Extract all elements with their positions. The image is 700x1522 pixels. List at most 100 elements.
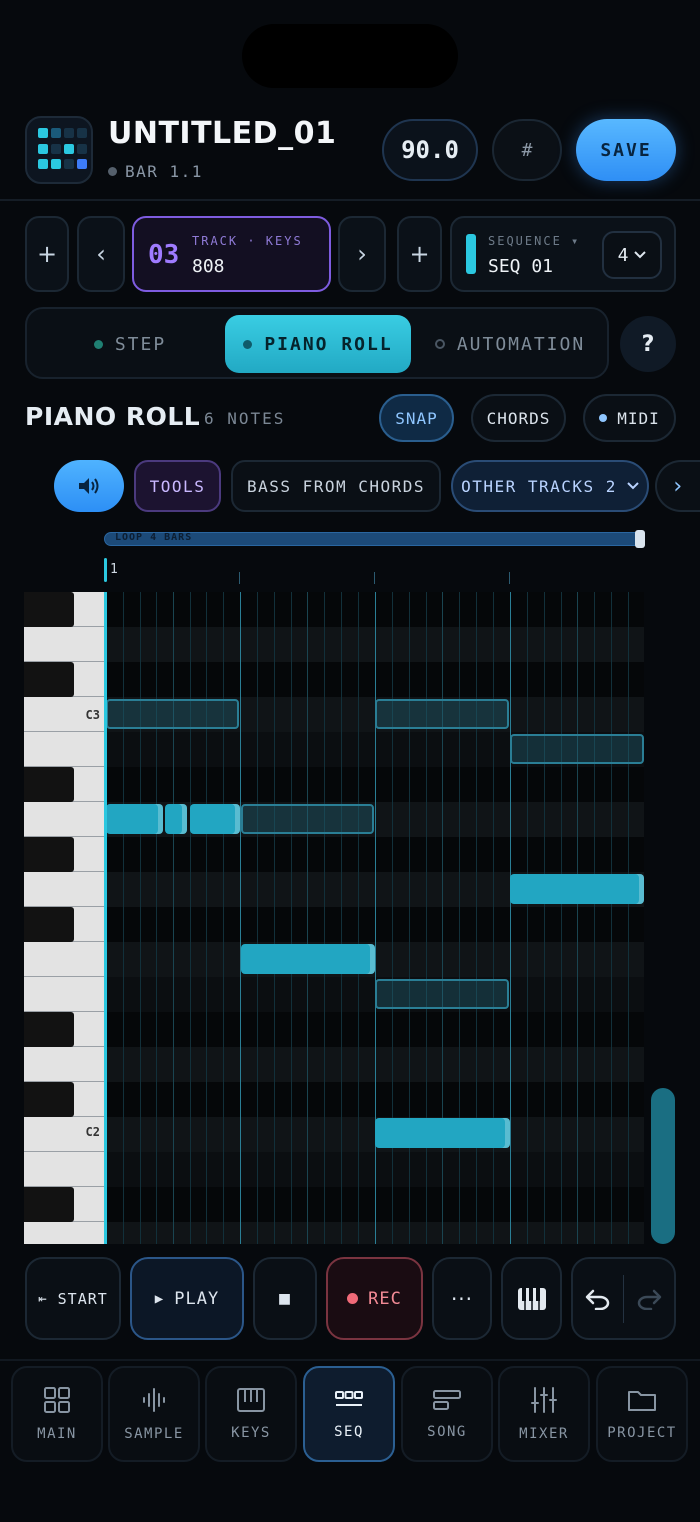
white-key[interactable] [24, 872, 106, 907]
return-to-start-button[interactable]: ⇤ START [25, 1257, 121, 1340]
key-label-c3: C3 [85, 708, 100, 722]
mixer-sliders-icon [531, 1387, 557, 1413]
midi-note[interactable] [106, 804, 163, 834]
tab-piano-roll[interactable]: PIANO ROLL [225, 315, 411, 373]
white-key[interactable] [24, 802, 106, 837]
midi-note-ghost[interactable] [375, 979, 509, 1009]
nav-keys[interactable]: KEYS [205, 1366, 297, 1462]
play-button[interactable]: ▶ PLAY [130, 1257, 244, 1340]
bar-line [510, 592, 511, 1244]
nav-sample[interactable]: SAMPLE [108, 1366, 200, 1462]
white-key[interactable] [24, 627, 106, 662]
black-key[interactable] [24, 907, 74, 942]
track-selector[interactable]: 03 TRACK · KEYS 808 [132, 216, 331, 292]
grid-settings-button[interactable]: # [492, 119, 562, 181]
white-key[interactable] [24, 1222, 106, 1244]
bar-line [240, 592, 241, 1244]
piano-keys-icon [517, 1287, 546, 1310]
play-icon: ▶ [154, 1290, 165, 1307]
midi-note[interactable] [190, 804, 240, 834]
bass-from-chords-button[interactable]: BASS FROM CHORDS [231, 460, 441, 512]
note-grid[interactable] [106, 592, 644, 1244]
toolbar-scroll-right[interactable]: › [655, 460, 700, 512]
grid-line [190, 592, 191, 1244]
redo-button[interactable] [624, 1259, 674, 1338]
stop-button[interactable]: ■ [253, 1257, 317, 1340]
key-label-c2: C2 [85, 1125, 100, 1139]
black-key[interactable] [24, 837, 74, 872]
nav-seq[interactable]: SEQ [303, 1366, 395, 1462]
undo-button[interactable] [573, 1259, 623, 1338]
sequencer-icon [335, 1391, 363, 1406]
speaker-icon [79, 478, 99, 494]
sequence-caption: SEQUENCE ▾ [488, 234, 581, 248]
black-key[interactable] [24, 1082, 74, 1117]
midi-note[interactable] [241, 944, 375, 974]
more-options-button[interactable]: ··· [432, 1257, 492, 1340]
midi-note-ghost[interactable] [241, 804, 374, 834]
chords-button[interactable]: CHORDS [471, 394, 566, 442]
song-blocks-icon [433, 1390, 461, 1410]
sequence-selector[interactable]: SEQUENCE ▾ SEQ 01 4 [450, 216, 676, 292]
nav-seq-label: SEQ [334, 1424, 364, 1440]
project-title[interactable]: UNTITLED_01 [108, 116, 336, 151]
vertical-scrollbar[interactable] [651, 1088, 675, 1244]
tempo-button[interactable]: 90.0 [382, 119, 478, 181]
white-key[interactable] [24, 1152, 106, 1187]
midi-label: MIDI [617, 408, 660, 428]
black-key[interactable] [24, 662, 74, 697]
midi-note[interactable] [165, 804, 187, 834]
other-tracks-dropdown[interactable]: OTHER TRACKS 2 [451, 460, 649, 512]
white-key[interactable] [24, 942, 106, 977]
tab-step[interactable]: STEP [37, 315, 223, 373]
midi-note[interactable] [510, 874, 644, 904]
help-button[interactable]: ? [620, 316, 676, 372]
add-track-right-button[interactable]: + [397, 216, 442, 292]
nav-song[interactable]: SONG [401, 1366, 493, 1462]
grid-line [611, 592, 612, 1244]
preview-sound-button[interactable] [54, 460, 124, 512]
midi-note[interactable] [375, 1118, 510, 1148]
nav-mixer[interactable]: MIXER [498, 1366, 590, 1462]
other-tracks-label: OTHER TRACKS 2 [461, 476, 617, 496]
timeline-ruler[interactable]: 1 [104, 556, 646, 586]
record-button[interactable]: REC [326, 1257, 423, 1340]
add-track-left-button[interactable]: + [25, 216, 69, 292]
track-name: 808 [192, 256, 225, 277]
next-track-button[interactable]: › [338, 216, 386, 292]
black-key[interactable] [24, 1187, 74, 1222]
playhead[interactable] [104, 592, 107, 1244]
tab-step-dot [93, 339, 103, 349]
nav-project-label: PROJECT [607, 1425, 677, 1441]
sequence-count-dropdown[interactable]: 4 [602, 231, 662, 279]
note-count: 6 NOTES [204, 409, 286, 428]
nav-song-label: SONG [427, 1424, 467, 1440]
white-key[interactable] [24, 1047, 106, 1082]
keyboard-toggle-button[interactable] [501, 1257, 562, 1340]
midi-note-ghost[interactable] [510, 734, 644, 764]
start-label: START [57, 1289, 108, 1308]
loop-range-bar[interactable]: LOOP 4 BARS [104, 530, 645, 548]
black-key[interactable] [24, 592, 74, 627]
tools-button[interactable]: TOOLS [134, 460, 221, 512]
grid-line [527, 592, 528, 1244]
nav-main[interactable]: MAIN [11, 1366, 103, 1462]
previous-track-button[interactable]: ‹ [77, 216, 125, 292]
tab-automation[interactable]: AUTOMATION [417, 315, 603, 373]
midi-button[interactable]: MIDI [583, 394, 676, 442]
piano-keyboard[interactable]: C3 C2 [24, 592, 106, 1244]
save-button[interactable]: SAVE [576, 119, 676, 181]
app-logo-icon[interactable] [25, 116, 93, 184]
loop-end-handle[interactable] [635, 530, 645, 548]
black-key[interactable] [24, 767, 74, 802]
midi-note-ghost[interactable] [375, 699, 509, 729]
white-key[interactable] [24, 732, 106, 767]
redo-icon [637, 1289, 662, 1310]
nav-project[interactable]: PROJECT [596, 1366, 688, 1462]
midi-note-ghost[interactable] [106, 699, 239, 729]
grid-line [544, 592, 545, 1244]
black-key[interactable] [24, 1012, 74, 1047]
white-key[interactable] [24, 977, 106, 1012]
snap-toggle[interactable]: SNAP [379, 394, 454, 442]
grid-line [173, 592, 174, 1244]
